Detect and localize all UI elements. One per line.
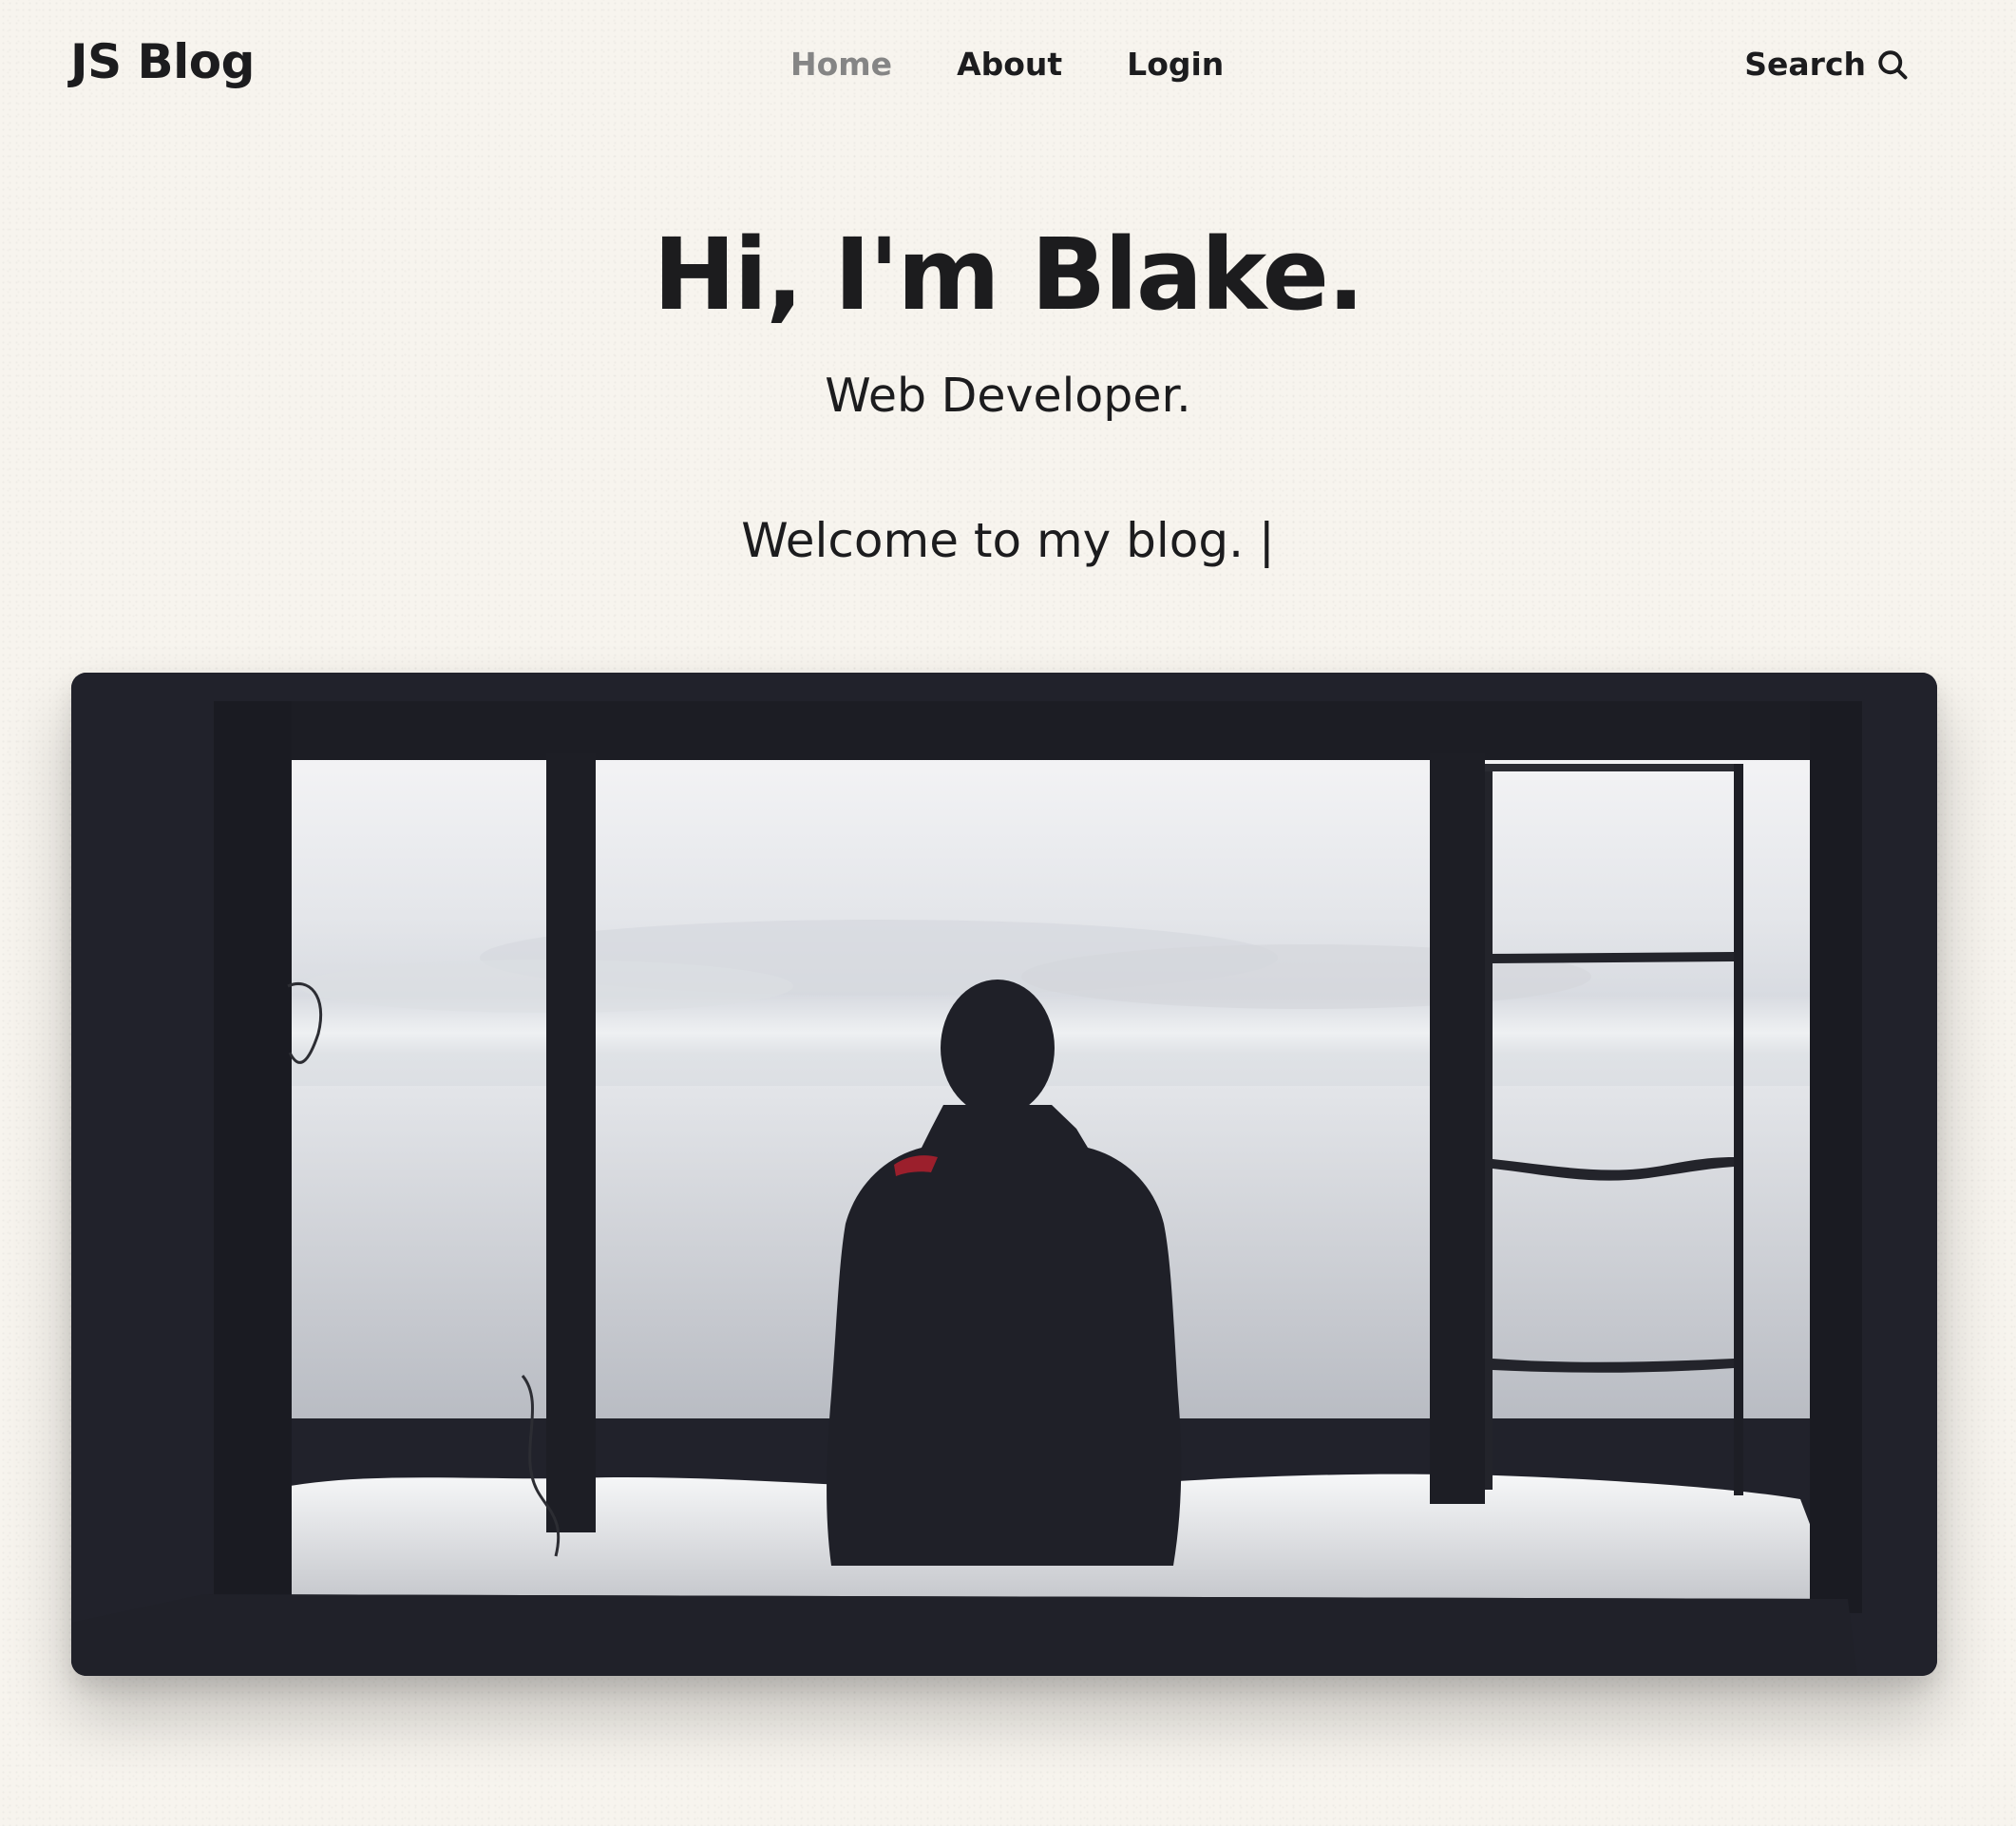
hero-subtitle: Web Developer.: [825, 369, 1191, 423]
nav-home-link[interactable]: Home: [790, 46, 892, 83]
nav-login-link[interactable]: Login: [1127, 46, 1224, 83]
hero-title: Hi, I'm Blake.: [653, 217, 1364, 333]
search-button[interactable]: Search: [1744, 46, 1910, 83]
featured-image: [71, 673, 1937, 1676]
silhouette-window-illustration: [71, 673, 1937, 1676]
site-header: JS Blog Home About Login Search: [0, 0, 2016, 133]
site-logo[interactable]: JS Blog: [70, 34, 255, 89]
hero-welcome-text: Welcome to my blog. |: [741, 513, 1275, 568]
main-nav: Home About Login: [790, 46, 1224, 83]
search-icon: [1875, 48, 1910, 82]
nav-about-link[interactable]: About: [957, 46, 1062, 83]
search-label: Search: [1744, 46, 1866, 83]
